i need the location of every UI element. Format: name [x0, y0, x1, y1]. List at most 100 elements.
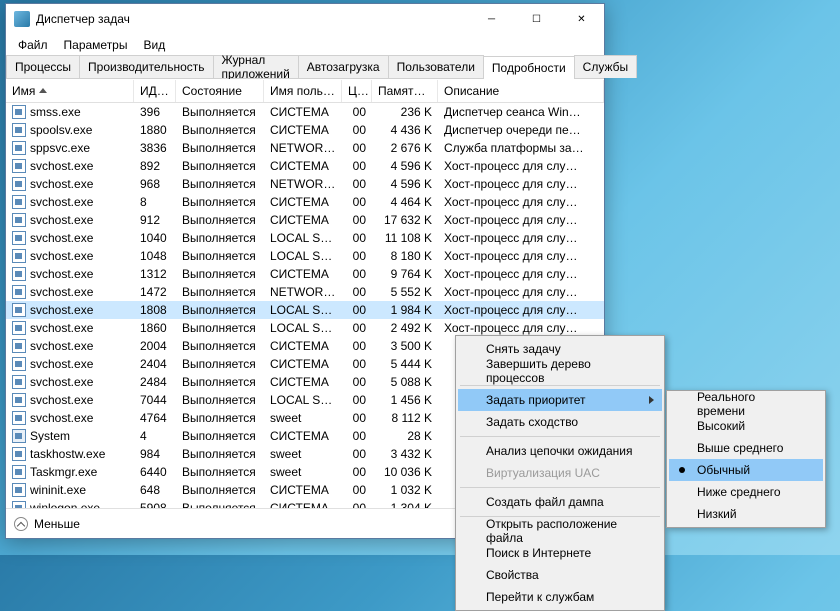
proc-mem: 17 632 K [372, 212, 438, 228]
fewer-details-button[interactable]: Меньше [34, 517, 80, 531]
table-row[interactable]: svchost.exe1040ВыполняетсяLOCAL SE…0011 … [6, 229, 604, 247]
menu-separator [460, 487, 660, 488]
proc-mem: 1 032 K [372, 482, 438, 498]
minimize-button[interactable]: ─ [469, 5, 514, 34]
proc-name: svchost.exe [30, 267, 93, 281]
ctx-item[interactable]: Поиск в Интернете [458, 542, 662, 564]
proc-name: spoolsv.exe [30, 123, 92, 137]
priority-item[interactable]: Высокий [669, 415, 823, 437]
table-row[interactable]: sppsvc.exe3836ВыполняетсяNETWORK…002 676… [6, 139, 604, 157]
proc-state: Выполняется [176, 230, 264, 246]
tab-0[interactable]: Процессы [6, 55, 80, 78]
proc-mem: 2 676 K [372, 140, 438, 156]
process-icon [12, 231, 26, 245]
menubar: Файл Параметры Вид [6, 34, 604, 55]
proc-name: wininit.exe [30, 483, 86, 497]
proc-user: СИСТЕМА [264, 266, 342, 282]
menu-options[interactable]: Параметры [56, 36, 136, 54]
titlebar[interactable]: Диспетчер задач ─ ☐ ✕ [6, 4, 604, 34]
proc-name: Taskmgr.exe [30, 465, 97, 479]
proc-pid: 6440 [134, 464, 176, 480]
priority-item[interactable]: Ниже среднего [669, 481, 823, 503]
maximize-button[interactable]: ☐ [514, 5, 559, 34]
process-icon [12, 195, 26, 209]
priority-item[interactable]: Реального времени [669, 393, 823, 415]
process-icon [12, 285, 26, 299]
context-menu[interactable]: Снять задачуЗавершить дерево процессовЗа… [455, 335, 665, 611]
proc-user: СИСТЕМА [264, 194, 342, 210]
chevron-up-icon[interactable] [14, 517, 28, 531]
proc-pid: 1472 [134, 284, 176, 300]
priority-label: Реального времени [697, 390, 799, 418]
proc-name: svchost.exe [30, 375, 93, 389]
col-desc[interactable]: Описание [438, 80, 604, 102]
table-row[interactable]: svchost.exe892ВыполняетсяСИСТЕМА004 596 … [6, 157, 604, 175]
proc-cpu: 00 [342, 284, 372, 300]
proc-pid: 5908 [134, 500, 176, 508]
proc-user: СИСТЕМА [264, 158, 342, 174]
priority-label: Высокий [697, 419, 745, 433]
ctx-item[interactable]: Задать сходство [458, 411, 662, 433]
proc-user: LOCAL SE… [264, 320, 342, 336]
proc-cpu: 00 [342, 320, 372, 336]
ctx-item[interactable]: Создать файл дампа [458, 491, 662, 513]
menu-view[interactable]: Вид [135, 36, 173, 54]
proc-cpu: 00 [342, 500, 372, 508]
proc-pid: 3836 [134, 140, 176, 156]
ctx-item[interactable]: Завершить дерево процессов [458, 360, 662, 382]
table-row[interactable]: svchost.exe1312ВыполняетсяСИСТЕМА009 764… [6, 265, 604, 283]
table-row[interactable]: smss.exe396ВыполняетсяСИСТЕМА00236 KДисп… [6, 103, 604, 121]
ctx-item[interactable]: Анализ цепочки ожидания [458, 440, 662, 462]
proc-user: sweet [264, 410, 342, 426]
tab-2[interactable]: Журнал приложений [213, 55, 299, 78]
col-name[interactable]: Имя [6, 80, 134, 102]
ctx-item[interactable]: Открыть расположение файла [458, 520, 662, 542]
menu-file[interactable]: Файл [10, 36, 56, 54]
col-state[interactable]: Состояние [176, 80, 264, 102]
table-row[interactable]: svchost.exe8ВыполняетсяСИСТЕМА004 464 KХ… [6, 193, 604, 211]
proc-desc: Хост-процесс для слу… [438, 248, 604, 264]
table-row[interactable]: svchost.exe912ВыполняетсяСИСТЕМА0017 632… [6, 211, 604, 229]
col-cpu[interactable]: ЦП [342, 80, 372, 102]
proc-mem: 28 K [372, 428, 438, 444]
table-row[interactable]: spoolsv.exe1880ВыполняетсяСИСТЕМА004 436… [6, 121, 604, 139]
table-row[interactable]: svchost.exe968ВыполняетсяNETWORK…004 596… [6, 175, 604, 193]
priority-submenu[interactable]: Реального времениВысокий Выше среднегоОбы… [666, 390, 826, 528]
proc-mem: 2 492 K [372, 320, 438, 336]
proc-pid: 2404 [134, 356, 176, 372]
proc-user: NETWORK… [264, 140, 342, 156]
col-mem[interactable]: Память (ч... [372, 80, 438, 102]
tab-1[interactable]: Производительность [79, 55, 213, 78]
proc-name: winlogon.exe [30, 501, 100, 508]
proc-mem: 3 432 K [372, 446, 438, 462]
table-row[interactable]: svchost.exe1472ВыполняетсяNETWORK…005 55… [6, 283, 604, 301]
proc-pid: 2004 [134, 338, 176, 354]
priority-item[interactable]: Обычный [669, 459, 823, 481]
proc-cpu: 00 [342, 248, 372, 264]
table-row[interactable]: svchost.exe1808ВыполняетсяLOCAL SE…001 9… [6, 301, 604, 319]
table-row[interactable]: svchost.exe1048ВыполняетсяLOCAL SE…008 1… [6, 247, 604, 265]
tab-5[interactable]: Подробности [483, 56, 575, 79]
proc-mem: 1 984 K [372, 302, 438, 318]
proc-name: sppsvc.exe [30, 141, 90, 155]
proc-user: LOCAL SE… [264, 302, 342, 318]
col-user[interactable]: Имя польз... [264, 80, 342, 102]
proc-user: СИСТЕМА [264, 104, 342, 120]
tab-4[interactable]: Пользователи [388, 55, 484, 78]
process-icon [12, 123, 26, 137]
proc-user: LOCAL SE… [264, 392, 342, 408]
proc-mem: 10 036 K [372, 464, 438, 480]
proc-cpu: 00 [342, 122, 372, 138]
proc-cpu: 00 [342, 212, 372, 228]
priority-item[interactable]: Низкий [669, 503, 823, 525]
ctx-item[interactable]: Свойства [458, 564, 662, 586]
ctx-item[interactable]: Перейти к службам [458, 586, 662, 608]
priority-item[interactable]: Выше среднего [669, 437, 823, 459]
close-button[interactable]: ✕ [559, 5, 604, 34]
tab-6[interactable]: Службы [574, 55, 637, 78]
process-icon [12, 447, 26, 461]
ctx-item[interactable]: Задать приоритет [458, 389, 662, 411]
proc-pid: 4 [134, 428, 176, 444]
col-pid[interactable]: ИД п... [134, 80, 176, 102]
tab-3[interactable]: Автозагрузка [298, 55, 389, 78]
